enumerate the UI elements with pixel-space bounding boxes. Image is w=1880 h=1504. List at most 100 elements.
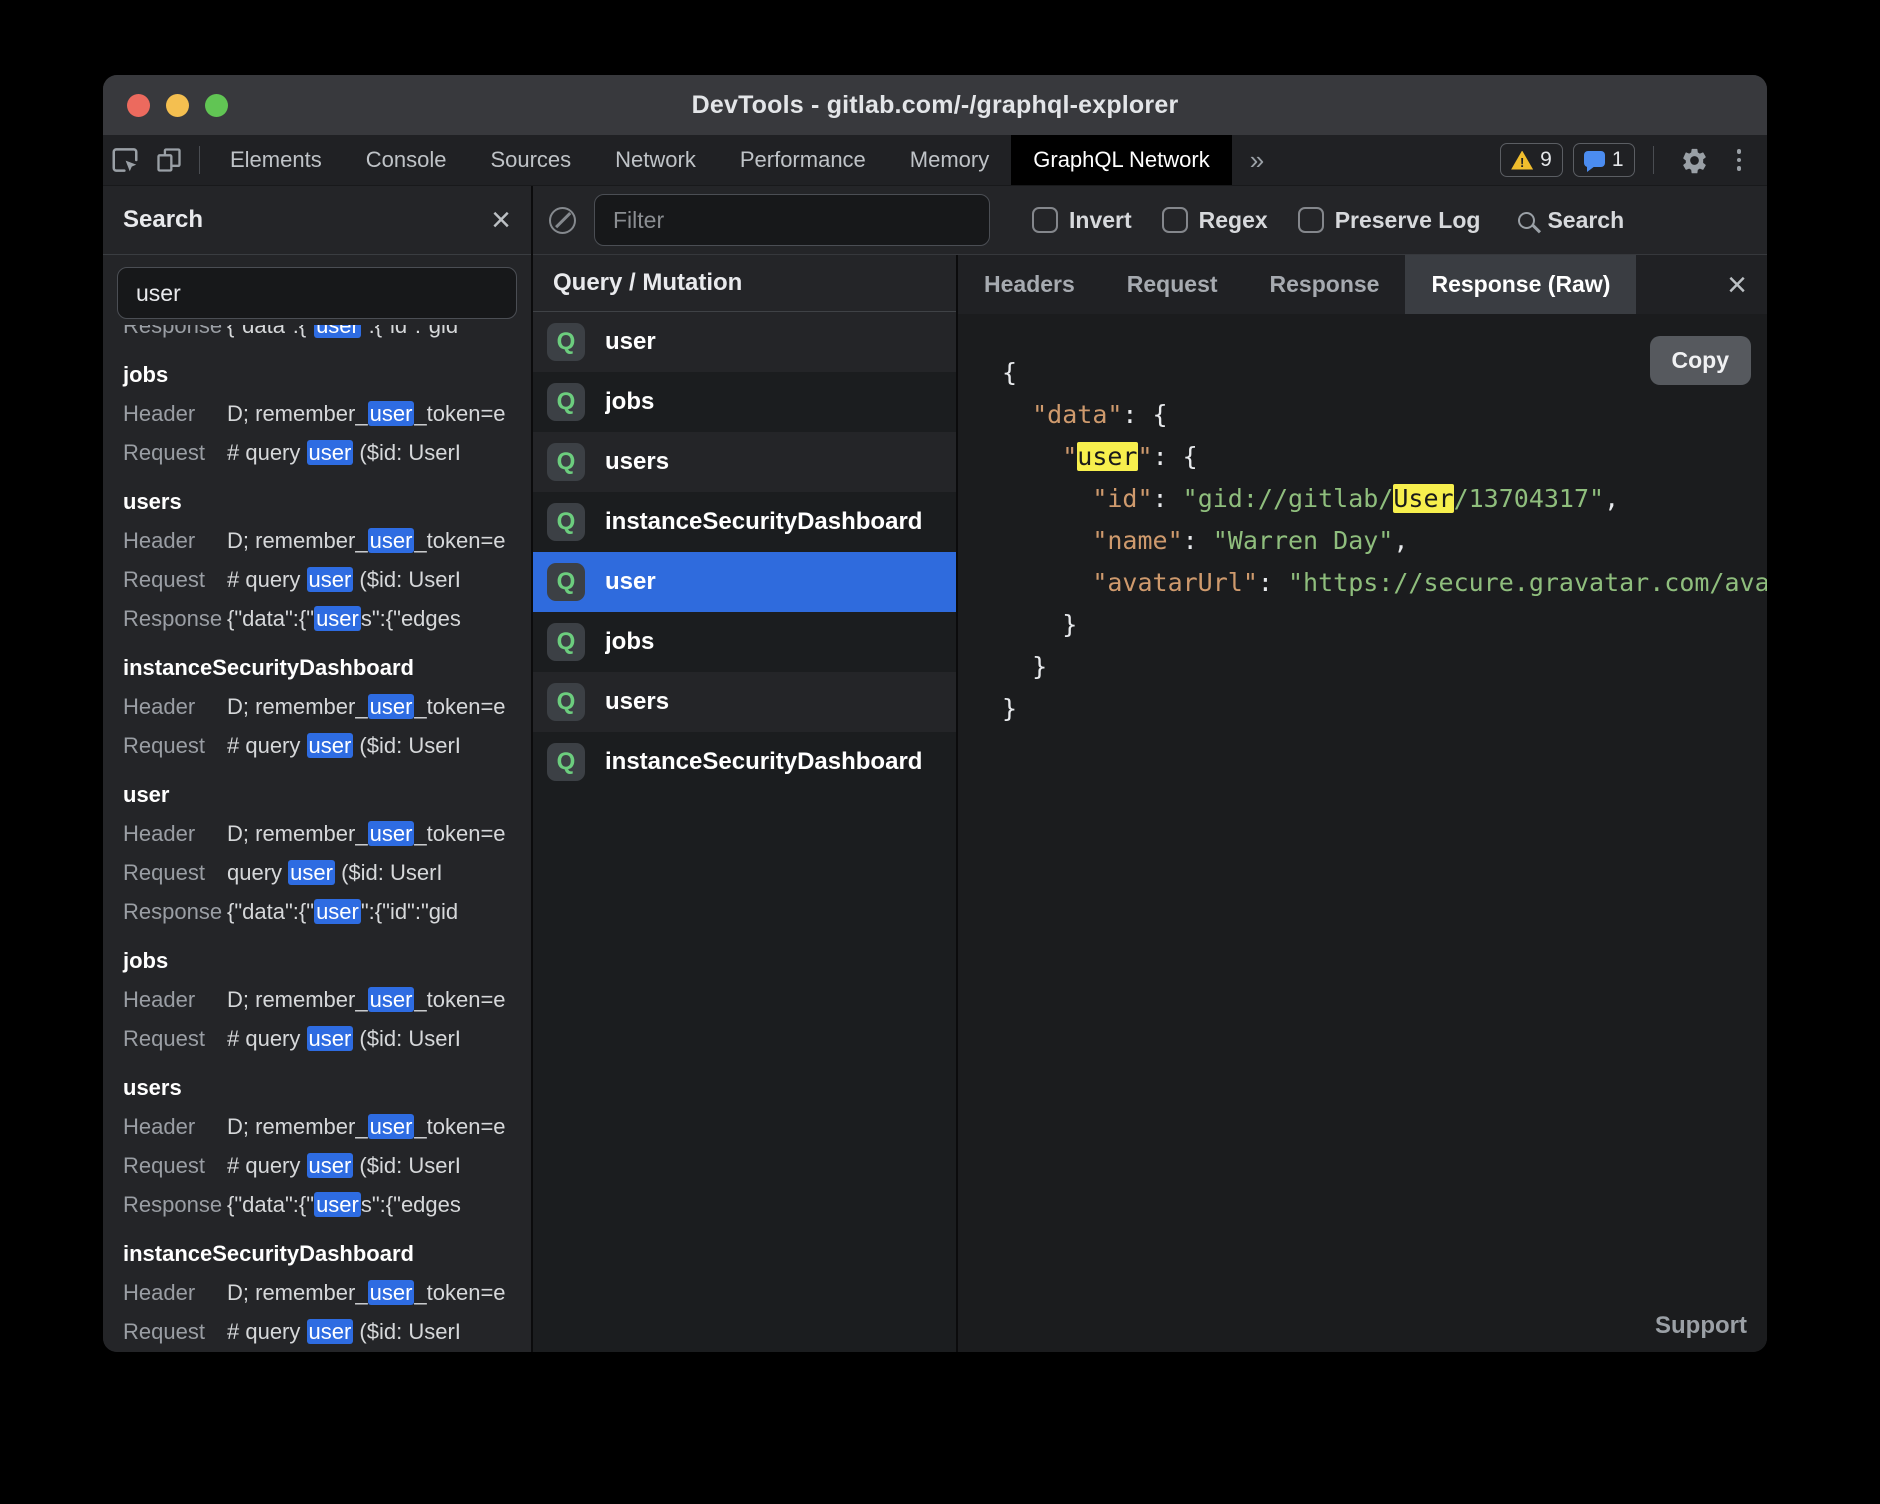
search-result-row[interactable]: Response{"data":{"users":{"edges [123,1185,531,1224]
filter-input[interactable] [594,194,990,246]
more-tabs-button[interactable]: » [1232,145,1282,176]
search-input[interactable] [117,267,517,319]
clear-log-icon[interactable] [549,207,576,234]
search-result-row[interactable]: Request# query user ($id: UserI [123,433,531,472]
search-result-label: Response [123,599,227,638]
search-result-row[interactable]: Request# query user ($id: UserI [123,1312,531,1351]
toolbar-search[interactable]: Search [1518,207,1624,234]
search-result-label: Response [123,892,227,931]
tab-console[interactable]: Console [344,135,469,185]
search-result-text: # query [227,440,307,465]
query-row-label: users [605,688,669,716]
tab-memory[interactable]: Memory [888,135,1011,185]
json-search-highlight: User [1393,484,1453,513]
controls-divider [1653,146,1654,174]
query-row-users[interactable]: Qusers [533,432,956,492]
tab-performance[interactable]: Performance [718,135,888,185]
json-token [1002,400,1032,429]
minimize-window-button[interactable] [166,94,189,117]
json-token: } [1002,610,1077,639]
device-toolbar-icon[interactable] [147,135,191,185]
search-result-row[interactable]: Request# query user ($id: UserI [123,1146,531,1185]
json-token: , [1604,484,1619,513]
query-row-label: user [605,568,656,596]
invert-checkbox-label: Invert [1069,207,1132,234]
json-token: "avatarUrl" [1092,568,1258,597]
search-result-text: ":{"id":"gid [361,325,458,338]
search-result-group-title: instanceSecurityDashboard [123,648,531,687]
tab-sources[interactable]: Sources [468,135,593,185]
json-token: } [1002,694,1017,723]
close-detail-panel-icon[interactable]: × [1727,255,1747,314]
search-result-row[interactable]: Request# query user ($id: UserI [123,1019,531,1058]
json-token: : [1153,484,1183,513]
search-result-row[interactable]: Response{"data":{"users":{"edges [123,599,531,638]
search-result-row[interactable]: Response{"data":{"user":{"id":"gid [123,325,531,345]
search-result-label: Request [123,1019,227,1058]
search-result-row[interactable]: Requestquery user ($id: UserI [123,853,531,892]
warnings-badge[interactable]: ! 9 [1500,143,1563,177]
query-row-instancesecuritydashboard[interactable]: QinstanceSecurityDashboard [533,732,956,792]
search-result-group-title: user [123,775,531,814]
close-search-panel-icon[interactable]: × [491,203,511,237]
query-row-jobs[interactable]: Qjobs [533,612,956,672]
search-result-row[interactable]: HeaderD; remember_user_token=e [123,687,531,726]
settings-gear-icon[interactable] [1672,146,1717,175]
search-result-row[interactable]: HeaderD; remember_user_token=e [123,521,531,560]
preserve-log-checkbox[interactable]: Preserve Log [1298,207,1481,234]
json-token [1002,526,1092,555]
search-result-row[interactable]: HeaderD; remember_user_token=e [123,814,531,853]
search-result-row[interactable]: Request# query user ($id: UserI [123,726,531,765]
support-link[interactable]: Support [1655,1312,1747,1340]
copy-button[interactable]: Copy [1650,336,1752,385]
close-window-button[interactable] [127,94,150,117]
detail-tab-request[interactable]: Request [1101,255,1244,314]
search-result-label: Request [123,1146,227,1185]
search-result-row[interactable]: HeaderD; remember_user_token=e [123,980,531,1019]
clipped-search-result: Response{"data":{"user":{"id":"gid [123,325,531,345]
detail-tab-response-raw[interactable]: Response (Raw) [1405,255,1636,314]
search-result-text: query [227,860,288,885]
query-row-users[interactable]: Qusers [533,672,956,732]
tab-graphql-network[interactable]: GraphQL Network [1011,135,1231,185]
search-result-row[interactable]: Request# query user ($id: UserI [123,560,531,599]
tab-network[interactable]: Network [593,135,718,185]
regex-checkbox[interactable]: Regex [1162,207,1268,234]
json-line: "id": "gid://gitlab/User/13704317", [1002,478,1767,520]
detail-tab-headers[interactable]: Headers [958,255,1101,314]
search-result-text: D; remember_ [227,821,368,846]
json-token: " [1062,442,1077,471]
search-result-text: s":{"edges [361,1192,461,1217]
search-match-highlight: user [307,1153,354,1178]
search-result-row[interactable]: HeaderD; remember_user_token=e [123,394,531,433]
search-result-label: Header [123,1273,227,1312]
search-result-content: D; remember_user_token=e [227,1107,506,1146]
search-result-text: _token=e [414,821,505,846]
search-result-row[interactable]: HeaderD; remember_user_token=e [123,1107,531,1146]
query-row-instancesecuritydashboard[interactable]: QinstanceSecurityDashboard [533,492,956,552]
search-match-highlight: user [307,1319,354,1344]
kebab-menu-icon[interactable] [1727,149,1752,171]
invert-checkbox[interactable]: Invert [1032,207,1132,234]
tab-elements[interactable]: Elements [208,135,344,185]
search-result-row[interactable]: Response{"data":{"user":{"id":"gid [123,892,531,931]
query-row-jobs[interactable]: Qjobs [533,372,956,432]
search-results-list: Response{"data":{"user":{"id":"gidjobsHe… [103,325,531,1352]
search-result-text: D; remember_ [227,528,368,553]
regex-checkbox-label: Regex [1199,207,1268,234]
issues-badge[interactable]: 1 [1573,143,1635,177]
search-result-row[interactable]: HeaderD; remember_user_token=e [123,1273,531,1312]
maximize-window-button[interactable] [205,94,228,117]
search-result-group-title: users [123,1068,531,1107]
query-row-user[interactable]: Quser [533,312,956,372]
query-row-user[interactable]: Quser [533,552,956,612]
search-result-label: Header [123,521,227,560]
search-match-highlight: user [307,440,354,465]
search-panel-header: Search × [103,186,531,255]
search-result-text: {"data":{" [227,899,314,924]
detail-tab-bar: HeadersRequestResponseResponse (Raw) × [958,255,1767,314]
search-result-text: # query [227,1026,307,1051]
detail-tab-response[interactable]: Response [1244,255,1406,314]
inspect-element-icon[interactable] [103,135,147,185]
search-result-text: {"data":{" [227,325,314,338]
